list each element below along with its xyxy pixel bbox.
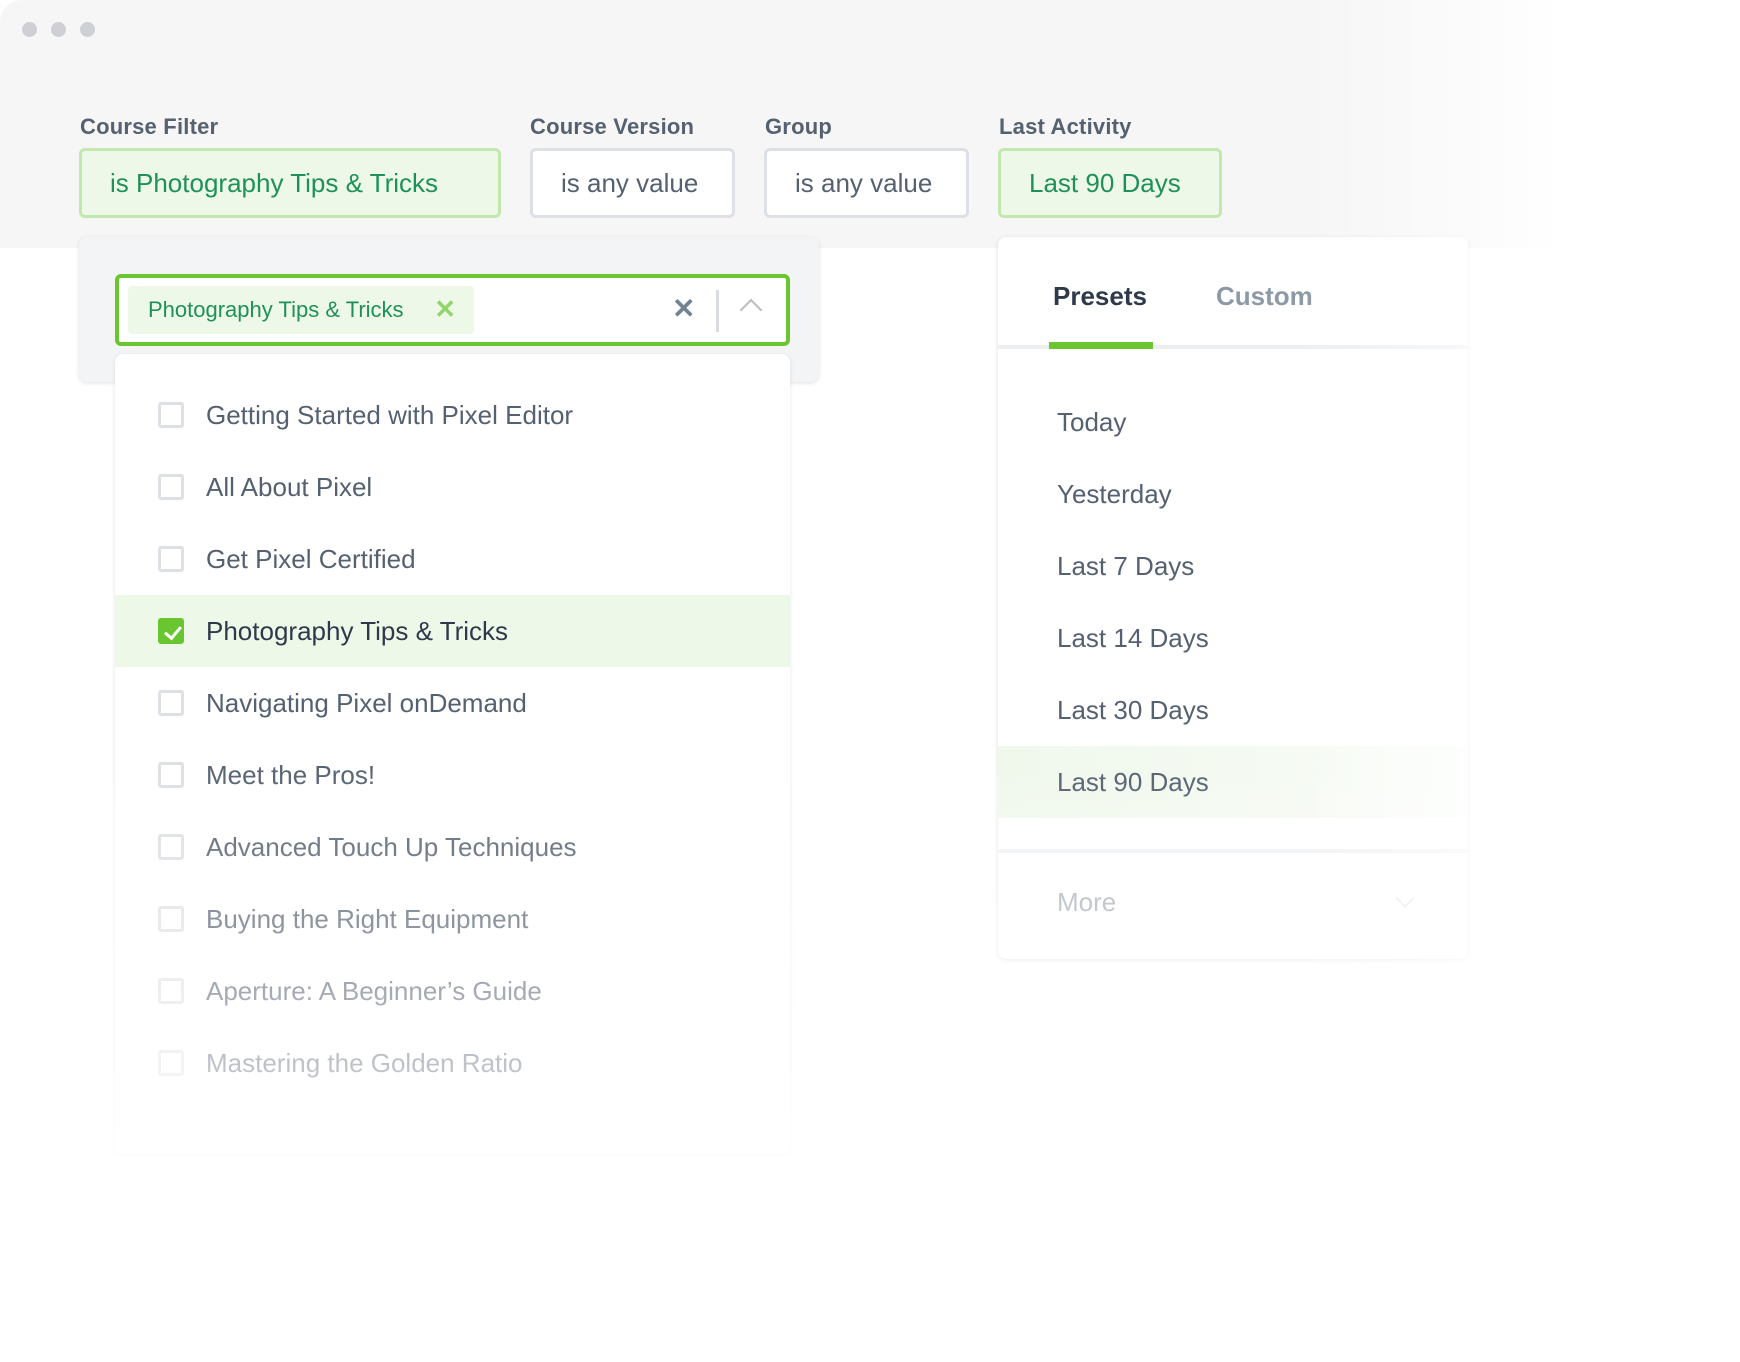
window-maximize-dot[interactable] [80, 22, 95, 37]
tab-custom[interactable]: Custom [1216, 281, 1313, 312]
course-option-label: Getting Started with Pixel Editor [206, 399, 574, 430]
preset-option[interactable]: Last 7 Days [998, 530, 1468, 602]
preset-option[interactable]: Last 14 Days [998, 602, 1468, 674]
preset-option[interactable]: Last 30 Days [998, 674, 1468, 746]
preset-option-selected[interactable]: Last 90 Days [998, 746, 1468, 818]
checkbox[interactable] [158, 906, 184, 932]
course-version-label: Course Version [530, 114, 695, 139]
course-option[interactable]: Mastering the Golden Ratio [115, 1027, 790, 1099]
course-option-label: Photography Tips & Tricks [206, 615, 509, 646]
course-option-label: Buying the Right Equipment [206, 903, 529, 934]
group-label: Group [765, 114, 832, 139]
input-separator [716, 290, 719, 332]
course-multiselect-input[interactable]: Photography Tips & Tricks ✕ ✕ [115, 274, 790, 346]
last-activity-button[interactable]: Last 90 Days [998, 148, 1222, 218]
course-option[interactable]: Meet the Pros! [115, 739, 790, 811]
last-activity-label: Last Activity [999, 114, 1132, 139]
app-window: Course Filter Course Version Group Last … [0, 0, 1560, 1200]
course-option[interactable]: Getting Started with Pixel Editor [115, 379, 790, 451]
more-divider [998, 849, 1468, 853]
course-option-label: Get Pixel Certified [206, 543, 416, 574]
checkbox[interactable] [158, 762, 184, 788]
checkbox[interactable] [158, 834, 184, 860]
window-close-dot[interactable] [22, 22, 37, 37]
preset-option[interactable]: Yesterday [998, 458, 1468, 530]
chevron-down-icon [1395, 888, 1415, 908]
course-option-label: Meet the Pros! [206, 759, 376, 790]
selected-course-chip-label: Photography Tips & Tricks [148, 297, 404, 322]
course-option-label: Advanced Touch Up Techniques [206, 831, 577, 862]
preset-label: Last 90 Days [1057, 766, 1209, 797]
date-range-panel: Presets Custom Today Yesterday Last 7 Da… [998, 237, 1468, 959]
course-option[interactable]: Aperture: A Beginner’s Guide [115, 955, 790, 1027]
chevron-up-icon[interactable] [739, 298, 763, 322]
course-option[interactable]: All About Pixel [115, 451, 790, 523]
clear-selection-x-icon[interactable]: ✕ [672, 294, 695, 324]
course-version-button[interactable]: is any value [530, 148, 735, 218]
preset-label: Today [1057, 406, 1127, 437]
course-option[interactable]: Buying the Right Equipment [115, 883, 790, 955]
course-filter-button[interactable]: is Photography Tips & Tricks [79, 148, 501, 218]
preset-label: Last 7 Days [1057, 550, 1195, 581]
selected-course-chip: Photography Tips & Tricks ✕ [128, 286, 474, 334]
course-option-label: All About Pixel [206, 471, 373, 502]
checkbox-checked-icon[interactable] [158, 618, 184, 644]
window-controls [22, 22, 95, 37]
preset-label: Last 30 Days [1057, 694, 1209, 725]
course-option-selected[interactable]: Photography Tips & Tricks [115, 595, 790, 667]
course-option[interactable]: Advanced Touch Up Techniques [115, 811, 790, 883]
preset-label: Yesterday [1057, 478, 1172, 509]
more-button[interactable]: More [998, 869, 1468, 935]
tab-presets[interactable]: Presets [1053, 281, 1147, 312]
group-button[interactable]: is any value [764, 148, 969, 218]
checkbox[interactable] [158, 546, 184, 572]
course-option-label: Aperture: A Beginner’s Guide [206, 975, 542, 1006]
last-activity-value: Last 90 Days [1029, 167, 1181, 198]
course-options-list: Getting Started with Pixel Editor All Ab… [115, 354, 790, 1154]
preset-label: Last 14 Days [1057, 622, 1209, 653]
remove-chip-x-icon[interactable]: ✕ [434, 294, 456, 324]
preset-option[interactable]: Today [998, 386, 1468, 458]
course-option-label: Mastering the Golden Ratio [206, 1047, 523, 1078]
course-option[interactable]: Navigating Pixel onDemand [115, 667, 790, 739]
checkbox[interactable] [158, 690, 184, 716]
course-option[interactable]: Get Pixel Certified [115, 523, 790, 595]
course-filter-value: is Photography Tips & Tricks [110, 167, 439, 198]
course-filter-label: Course Filter [80, 114, 219, 139]
more-label: More [1057, 887, 1117, 917]
checkbox[interactable] [158, 402, 184, 428]
window-minimize-dot[interactable] [51, 22, 66, 37]
checkbox[interactable] [158, 978, 184, 1004]
checkbox[interactable] [158, 474, 184, 500]
group-value: is any value [795, 167, 933, 198]
active-tab-indicator [1049, 342, 1153, 349]
course-option-label: Navigating Pixel onDemand [206, 687, 527, 718]
course-version-value: is any value [561, 167, 699, 198]
checkbox[interactable] [158, 1050, 184, 1076]
